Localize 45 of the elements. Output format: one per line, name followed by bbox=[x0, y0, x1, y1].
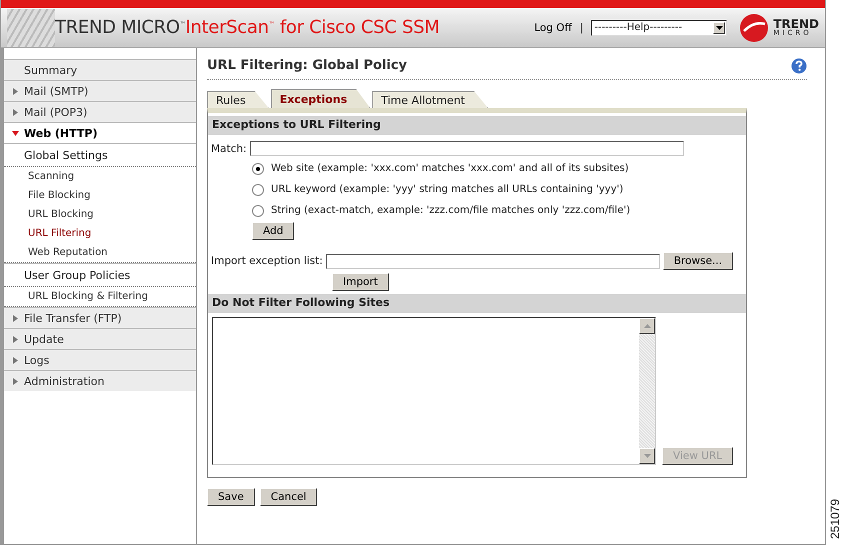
import-file-field[interactable] bbox=[326, 254, 660, 268]
radio-button[interactable] bbox=[252, 204, 264, 216]
nav-item[interactable]: Logs bbox=[4, 349, 196, 370]
logo-ball-icon bbox=[739, 12, 770, 42]
import-button[interactable]: Import bbox=[332, 273, 389, 291]
caret-right-icon bbox=[12, 88, 19, 94]
option-label: String (exact-match, example: 'zzz.com/file matches only 'zzz.com/file') bbox=[271, 205, 630, 216]
page-title: URL Filtering: Global Policy bbox=[207, 58, 408, 73]
nav-item[interactable]: Mail (SMTP) bbox=[4, 80, 196, 101]
section-heading: Do Not Filter Following Sites bbox=[208, 294, 746, 313]
add-button[interactable]: Add bbox=[252, 222, 294, 240]
field-label: Match: bbox=[211, 142, 247, 154]
nav-item[interactable]: Mail (POP3) bbox=[4, 101, 196, 122]
caret-right-icon bbox=[12, 356, 19, 364]
logo-graphic-icon bbox=[7, 8, 55, 46]
caret-right-icon bbox=[12, 314, 19, 322]
radio-button[interactable] bbox=[252, 162, 264, 174]
separator-text: | bbox=[580, 22, 584, 34]
browse-button[interactable]: Browse... bbox=[662, 252, 734, 270]
tab[interactable]: Time Allotment bbox=[372, 91, 488, 108]
figure-number: 251079 bbox=[828, 498, 842, 540]
option-label: Web site (example: 'xxx.com' matches 'xxx.com' and all of its subsites) bbox=[271, 163, 629, 174]
match-field[interactable] bbox=[250, 141, 684, 156]
caret-right-icon bbox=[12, 378, 19, 384]
caret-right-icon bbox=[12, 108, 19, 116]
logoff-link[interactable]: Log Off bbox=[534, 22, 572, 34]
section-heading: Exceptions to URL Filtering bbox=[208, 116, 746, 135]
field-label: Import exception list: bbox=[211, 255, 323, 267]
caret-right-icon bbox=[12, 336, 19, 342]
tab[interactable]: Rules bbox=[207, 91, 269, 108]
option-label: URL keyword (example: 'yyy' string matches all URLs containing 'yyy') bbox=[271, 184, 624, 195]
brand-title: TREND MICRO$^{™}$InterScan$^{™}$ for Cisco CSC SSM bbox=[55, 17, 440, 38]
help-dropdown[interactable]: ---------Help--------- bbox=[591, 20, 728, 36]
help-icon[interactable] bbox=[791, 58, 807, 74]
nav-item[interactable]: Summary bbox=[4, 59, 196, 80]
nav-item[interactable]: Update bbox=[4, 328, 196, 349]
tab[interactable]: Exceptions bbox=[270, 89, 370, 108]
nav-item[interactable]: Administration bbox=[4, 370, 196, 391]
nav-item[interactable]: URL Blocking & Filtering bbox=[4, 286, 196, 307]
action-button[interactable]: Save bbox=[207, 488, 255, 506]
logo-text: TREND bbox=[773, 18, 819, 30]
radio-button[interactable] bbox=[252, 184, 264, 196]
nav-item[interactable]: File Transfer (FTP) bbox=[4, 307, 196, 328]
action-button[interactable]: Cancel bbox=[260, 488, 318, 506]
caret-down-icon bbox=[12, 130, 19, 136]
